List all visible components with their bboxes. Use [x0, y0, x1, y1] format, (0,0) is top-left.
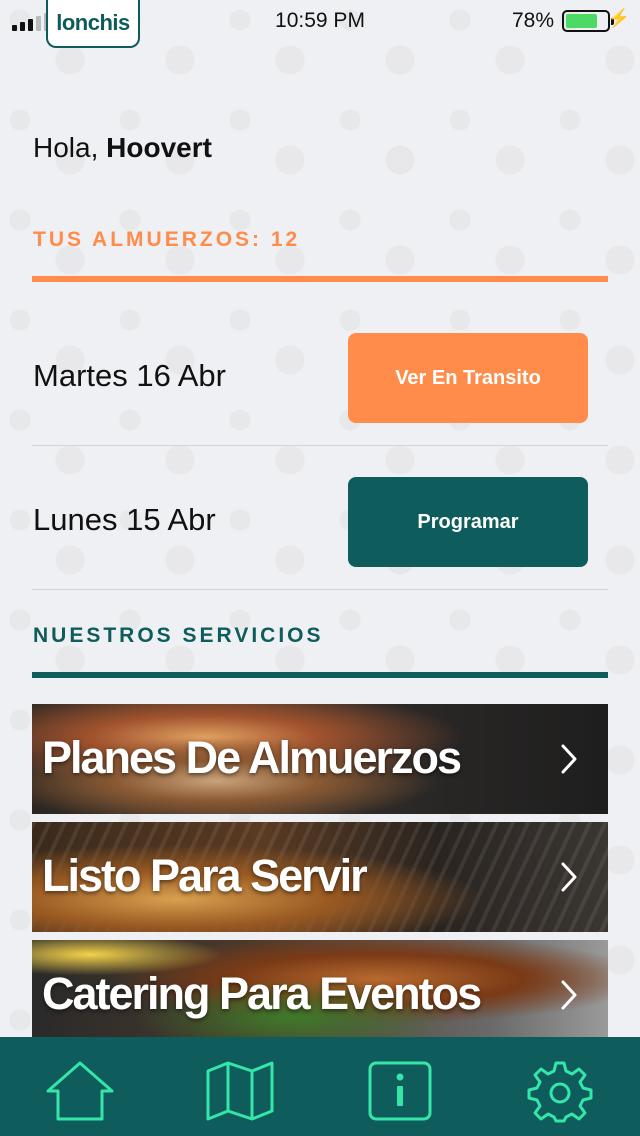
chevron-right-icon [561, 980, 577, 1010]
user-name: Hoovert [106, 132, 212, 163]
service-label: Planes De Almuerzos [42, 732, 462, 783]
bottom-tab-bar [0, 1037, 640, 1136]
greeting: Hola, Hoovert [33, 132, 212, 164]
service-event-catering[interactable]: Catering Para Eventos [32, 940, 608, 1037]
schedule-button[interactable]: Programar [348, 477, 588, 567]
battery-icon [562, 10, 614, 32]
battery-percent: 78% [511, 9, 554, 32]
info-icon[interactable] [362, 1059, 438, 1123]
charging-bolt-icon: ⚡ [607, 8, 630, 28]
view-in-transit-button[interactable]: Ver En Transito [348, 333, 588, 423]
service-lunch-plans[interactable]: Planes De Almuerzos [32, 704, 608, 814]
lunch-day-label: Martes 16 Abr [33, 358, 226, 393]
lunches-title: TUS ALMUERZOS: 12 [33, 228, 301, 251]
services-divider [32, 672, 608, 678]
map-icon[interactable] [202, 1059, 278, 1123]
app-logo: lonchis [46, 0, 140, 48]
service-label: Listo Para Servir [42, 850, 368, 901]
greeting-prefix: Hola, [33, 132, 99, 163]
services-title: NUESTROS SERVICIOS [33, 624, 324, 647]
service-ready-to-serve[interactable]: Listo Para Servir [32, 822, 608, 932]
chevron-right-icon [561, 744, 577, 774]
settings-gear-icon[interactable] [522, 1059, 598, 1123]
lunch-day-row: Lunes 15 Abr Programar [32, 446, 608, 590]
home-icon[interactable] [42, 1059, 118, 1123]
lunches-divider [32, 276, 608, 282]
service-label: Catering Para Eventos [42, 968, 482, 1019]
lunch-day-row: Martes 16 Abr Ver En Transito [32, 302, 608, 446]
chevron-right-icon [561, 862, 577, 892]
lunch-day-label: Lunes 15 Abr [33, 502, 216, 537]
